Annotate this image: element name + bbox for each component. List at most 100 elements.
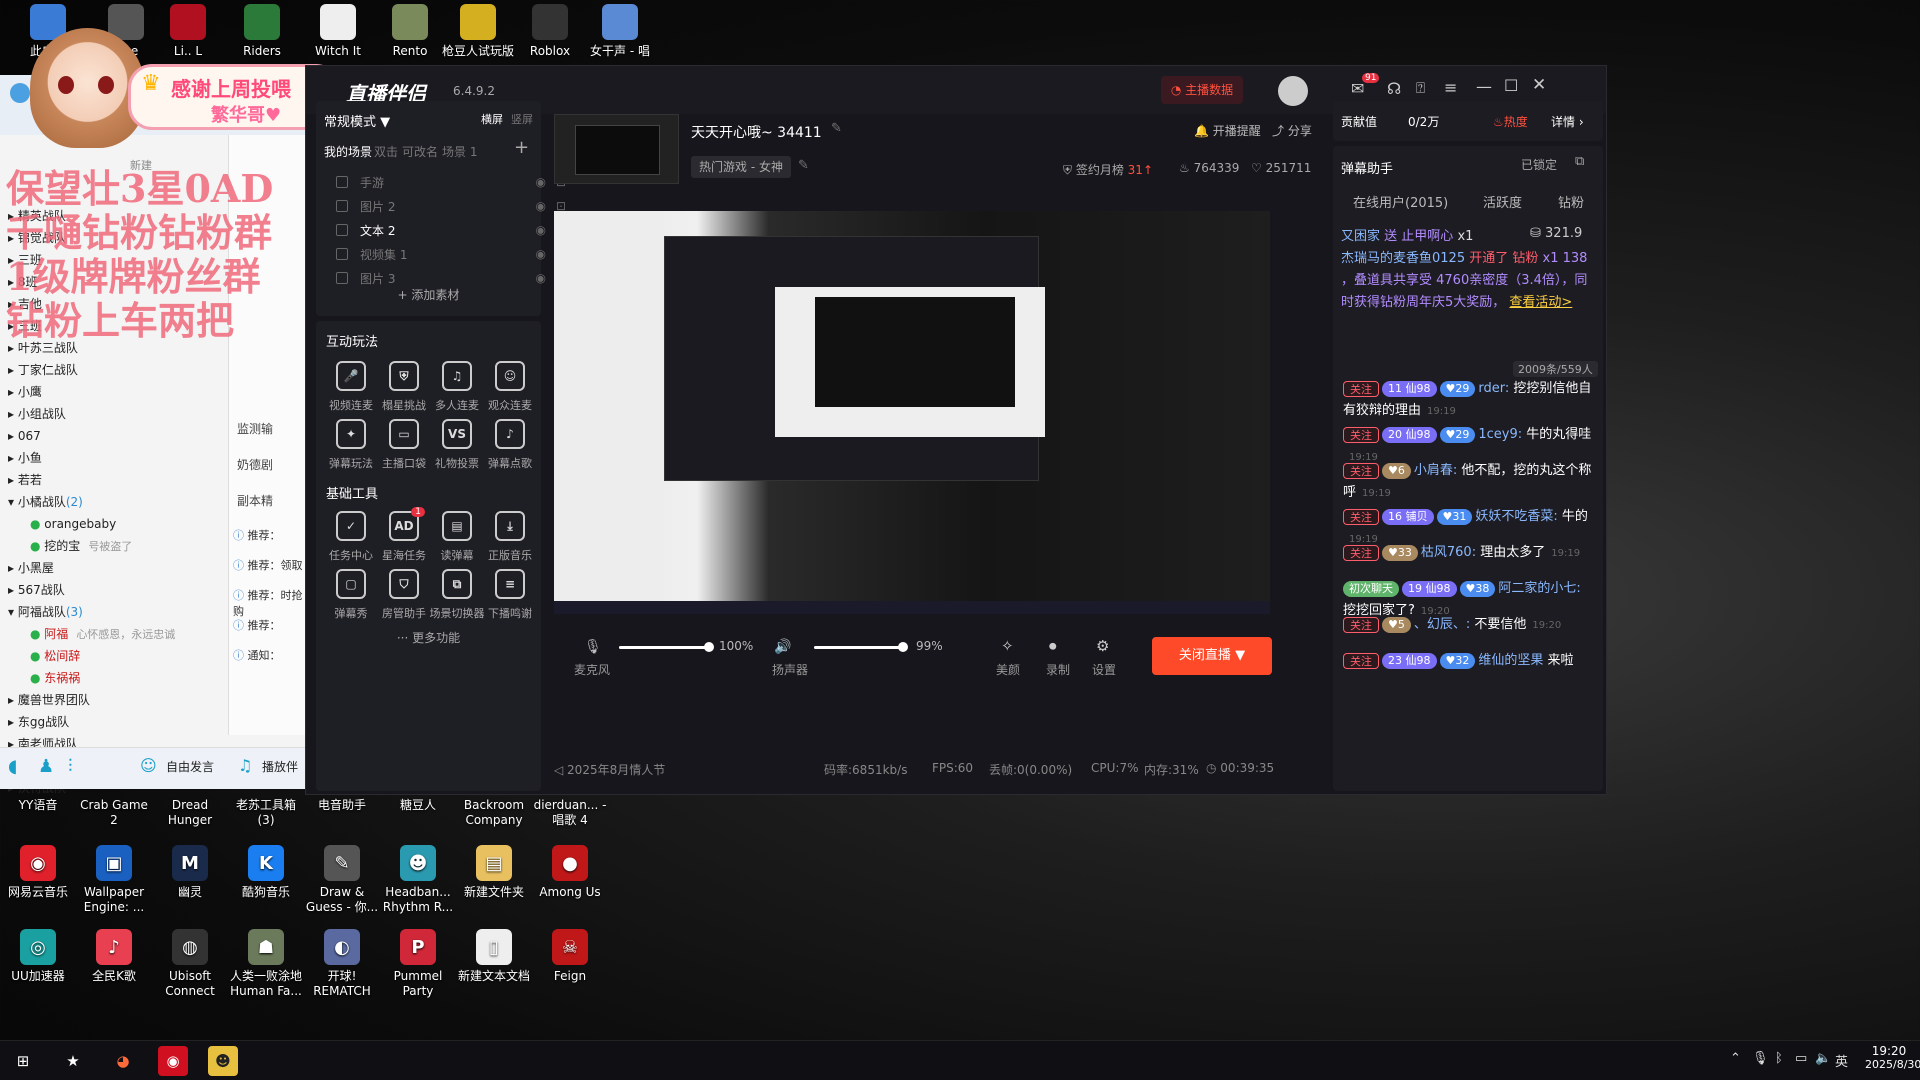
desktop-icon[interactable]: Rento (372, 4, 448, 59)
share-button[interactable]: ⤴ 分享 (1272, 122, 1312, 139)
desktop-icon[interactable]: ▯ 新建文本文档 (456, 929, 532, 984)
desktop-icon[interactable]: ◉ 网易云音乐 (0, 845, 76, 900)
side-label[interactable]: 监测输 (237, 420, 273, 437)
chat-username[interactable]: 维仙的坚果 (1478, 653, 1543, 668)
member-row[interactable]: ● 阿福 心怀感恩，永远忠诚 (0, 623, 228, 645)
desktop-icon[interactable]: ● Among Us (532, 845, 608, 900)
speaker-volume-slider[interactable] (898, 642, 908, 652)
desktop-icon[interactable]: Dread Hunger (152, 798, 228, 828)
scene-checkbox[interactable] (336, 272, 348, 284)
add-material-button[interactable]: + 添加素材 (316, 286, 541, 303)
app-icon[interactable]: ★ (58, 1046, 88, 1076)
more-features-button[interactable]: ··· 更多功能 (316, 629, 541, 646)
chat-username[interactable]: 小肩春: (1414, 463, 1457, 478)
notice-item[interactable]: ⓘ 推荐：领取 (233, 557, 303, 573)
tree-item[interactable]: ▸ 小组战队 (0, 403, 228, 425)
desktop-icon[interactable]: 糖豆人 (380, 798, 456, 813)
desktop-icon[interactable]: Roblox (512, 4, 588, 59)
desktop-icon[interactable]: ☻ Headban... Rhythm R... (380, 845, 456, 915)
desktop-icon[interactable]: Riders (224, 4, 300, 59)
record-label[interactable]: 录制 (1046, 661, 1070, 678)
follow-badge[interactable]: 关注 (1343, 426, 1379, 443)
chat-username[interactable]: rder: (1478, 381, 1509, 396)
desktop-icon[interactable]: 女干声 - 唱 (582, 4, 658, 59)
tool-button[interactable]: ⤓ 正版音乐 (479, 511, 541, 563)
follow-badge[interactable]: 关注 (1343, 652, 1379, 669)
edit-category-icon[interactable]: ✎ (798, 158, 809, 173)
locked-label[interactable]: 已锁定 (1521, 156, 1557, 173)
chat-username[interactable]: 妖妖不吃香菜: (1475, 509, 1557, 524)
detail-link[interactable]: 详情 › (1551, 113, 1584, 130)
desktop-icon[interactable]: ☠ Feign (532, 929, 608, 984)
online-users-tab[interactable]: 在线用户(2015) (1353, 192, 1448, 211)
member-row[interactable]: ● orangebaby (0, 513, 228, 535)
stream-preview[interactable] (554, 211, 1270, 614)
add-scene-icon[interactable]: + (514, 137, 529, 158)
desktop-icon[interactable]: ◍ Ubisoft Connect (152, 929, 228, 999)
start-remind-button[interactable]: 🔔 开播提醒 (1194, 122, 1261, 139)
bluetooth-icon[interactable]: ᛒ (1775, 1051, 1783, 1066)
mode-selector[interactable]: 常规模式 ▼ (324, 111, 390, 130)
desktop-icon[interactable]: ▤ 新建文件夹 (456, 845, 532, 900)
heat-label[interactable]: ♨热度 (1493, 113, 1528, 130)
group-header[interactable]: ▾ 小橘战队(2) (0, 491, 228, 513)
desktop-icon[interactable]: ♪ 全民K歌 (76, 929, 152, 984)
notice-item[interactable]: ⓘ 推荐：时抢购 (233, 587, 305, 619)
chat-username[interactable]: 、幻辰、: (1414, 617, 1470, 632)
free-speech-label[interactable]: 自由发言 (166, 758, 214, 775)
beauty-icon[interactable]: ✧ (1001, 637, 1014, 655)
side-label[interactable]: 奶德剧 (237, 456, 273, 473)
music-icon[interactable]: ♫ (238, 756, 252, 775)
desktop-icon[interactable]: 电音助手 (304, 798, 380, 813)
ime-indicator[interactable]: 英 (1835, 1051, 1848, 1070)
desktop-icon[interactable]: 老苏工具箱 (3) (228, 798, 304, 828)
follow-badge[interactable]: 关注 (1343, 508, 1379, 525)
mic-icon[interactable]: 🎙 (584, 639, 602, 655)
desktop-icon[interactable]: 枪豆人试玩版 (440, 4, 516, 59)
desktop-icon[interactable]: dierduan... - 唱歌 4 (532, 798, 608, 828)
desktop-icon[interactable]: P Pummel Party (380, 929, 456, 999)
follow-badge[interactable]: 关注 (1343, 462, 1379, 479)
scene-1-tab[interactable]: 场景 1 (442, 143, 477, 160)
tree-item[interactable]: ▸ 067 (0, 425, 228, 447)
follow-badge[interactable]: 关注 (1343, 544, 1379, 561)
chat-username[interactable]: 阿二家的小七: (1498, 581, 1580, 596)
side-label[interactable]: 副本精 (237, 492, 273, 509)
netease-music-icon[interactable]: ◉ (158, 1046, 188, 1076)
tree-item[interactable]: ▸ 东gg战队 (0, 711, 228, 733)
settings-label[interactable]: 设置 (1092, 661, 1116, 678)
headset-icon[interactable]: ☊ (1387, 79, 1401, 98)
visibility-icon[interactable]: ◉ (535, 271, 545, 285)
speaker-icon[interactable]: ◖ (8, 756, 17, 777)
play-accompany-label[interactable]: 播放伴 (262, 758, 298, 775)
desktop-icon[interactable]: Crab Game 2 (76, 798, 152, 828)
desktop-icon[interactable]: ◐ 开球! REMATCH (304, 929, 380, 999)
streamer-data-button[interactable]: ◔ 主播数据 (1161, 76, 1243, 104)
speaker-icon[interactable]: 🔊 (774, 639, 791, 655)
sign-rank[interactable]: ⛨ 签约月榜 31↑ (1063, 161, 1153, 178)
desktop-icon[interactable]: ✎ Draw & Guess - 你... (304, 845, 380, 915)
activity-tab[interactable]: 活跃度 (1483, 192, 1522, 211)
user-avatar[interactable] (1278, 76, 1308, 106)
scene-checkbox[interactable] (336, 224, 348, 236)
notice-item[interactable]: ⓘ 推荐： (233, 617, 281, 633)
tree-item[interactable]: ▸ 小黑屋 (0, 557, 228, 579)
free-speech-icon[interactable]: ☺ (140, 756, 157, 775)
record-icon[interactable]: ⏺ (1049, 637, 1057, 655)
network-icon[interactable]: ▭ (1795, 1051, 1807, 1066)
menu-icon[interactable]: ≡ (1444, 78, 1457, 97)
scene-checkbox[interactable] (336, 200, 348, 212)
scene-checkbox[interactable] (336, 176, 348, 188)
maximize-icon[interactable]: ☐ (1504, 76, 1518, 95)
portrait-tab[interactable]: 竖屏 (511, 111, 533, 127)
tree-item[interactable]: ▸ 魔兽世界团队 (0, 689, 228, 711)
category-tag[interactable]: 热门游戏 - 女神 (691, 156, 791, 178)
view-activity-link[interactable]: 查看活动> (1509, 295, 1572, 310)
tree-item[interactable]: ▸ 丁家仁战队 (0, 359, 228, 381)
tree-item[interactable]: ▸ 小鹰 (0, 381, 228, 403)
close-icon[interactable]: ✕ (1532, 75, 1546, 95)
live-app-icon[interactable]: ◕ (108, 1046, 138, 1076)
follow-badge[interactable]: 关注 (1343, 616, 1379, 633)
desktop-icon[interactable]: ☗ 人类一败涂地 Human Fa... (228, 929, 304, 999)
desktop-icon[interactable]: Witch It (300, 4, 376, 59)
